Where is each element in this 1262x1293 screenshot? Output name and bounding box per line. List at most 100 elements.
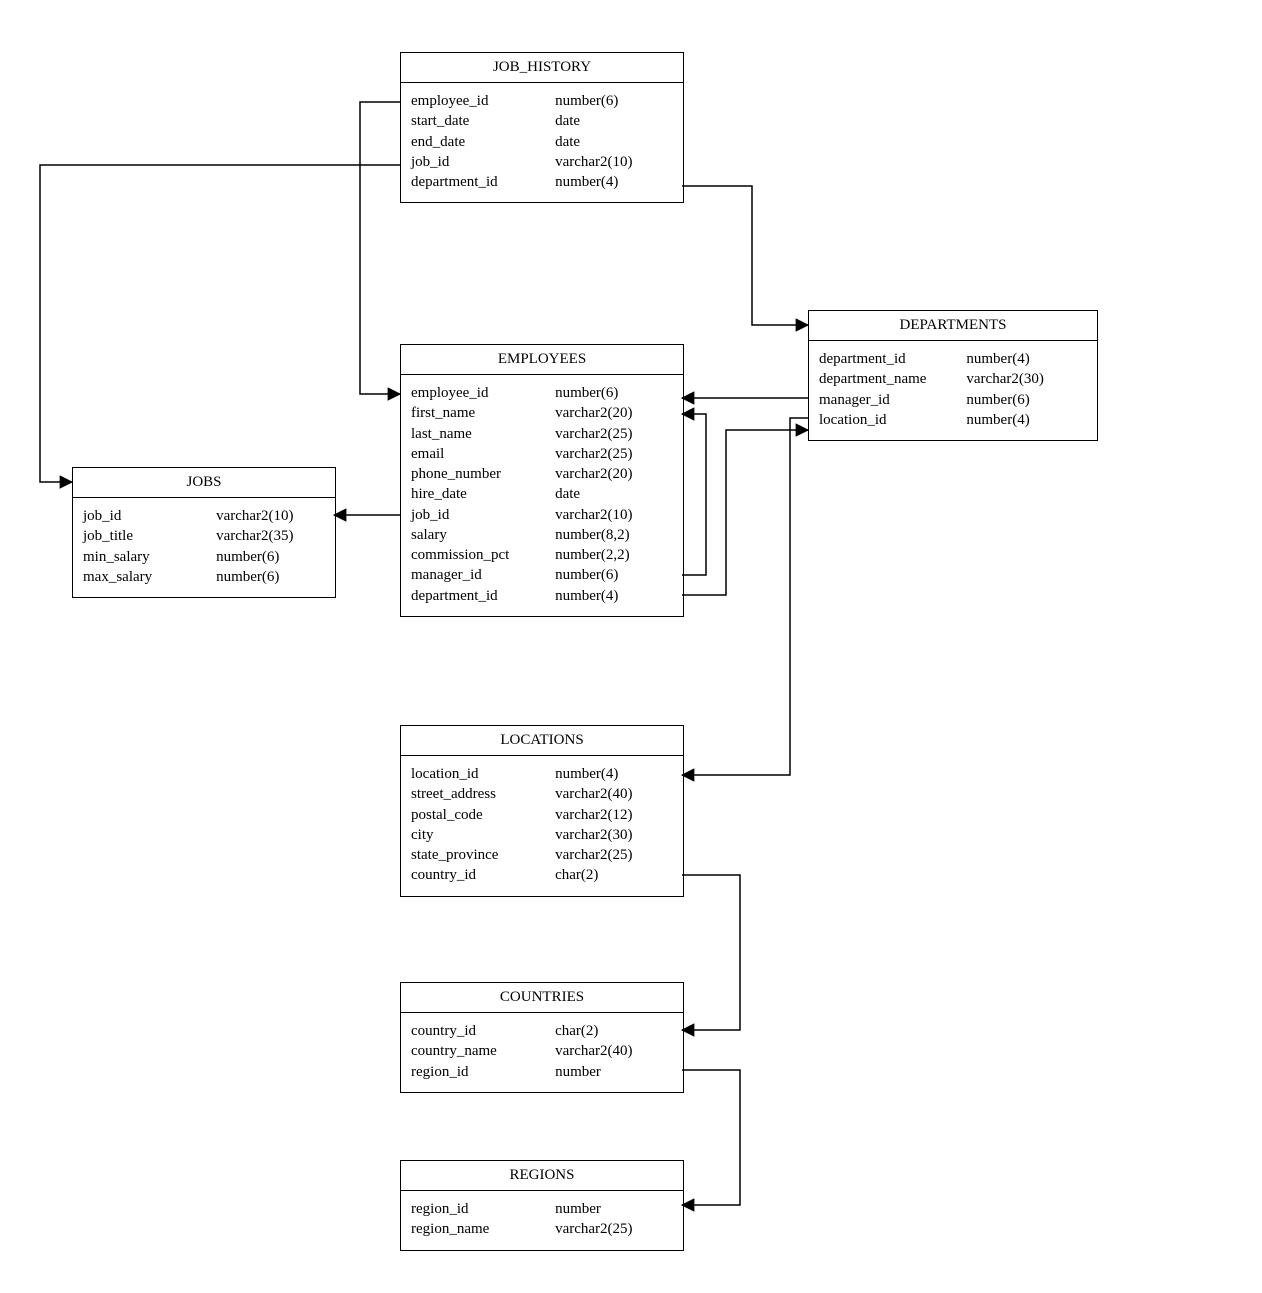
field-row: region_namevarchar2(25) [411,1219,673,1239]
entity-countries: COUNTRIES country_idchar(2) country_name… [400,982,684,1093]
entity-body: country_idchar(2) country_namevarchar2(4… [401,1013,683,1092]
field-row: last_namevarchar2(25) [411,424,673,444]
field-row: region_idnumber [411,1062,673,1082]
rel-locations-countries [682,875,740,1030]
field-name: first_name [411,403,555,423]
field-row: location_idnumber(4) [411,764,673,784]
entity-regions: REGIONS region_idnumber region_namevarch… [400,1160,684,1251]
field-row: employee_idnumber(6) [411,91,673,111]
field-type: varchar2(25) [555,444,673,464]
field-name: region_name [411,1219,555,1239]
entity-job-history: JOB_HISTORY employee_idnumber(6) start_d… [400,52,684,203]
field-type: number(8,2) [555,525,673,545]
field-type: varchar2(25) [555,424,673,444]
entity-body: job_idvarchar2(10) job_titlevarchar2(35)… [73,498,335,597]
field-name: hire_date [411,484,555,504]
field-type: number(4) [966,349,1087,369]
field-name: country_id [411,1021,555,1041]
field-row: manager_idnumber(6) [819,390,1087,410]
field-type: number(6) [555,91,673,111]
field-row: department_idnumber(4) [411,172,673,192]
field-type: varchar2(20) [555,403,673,423]
field-type: date [555,132,673,152]
field-row: manager_idnumber(6) [411,565,673,585]
field-name: end_date [411,132,555,152]
field-type: number(4) [555,586,673,606]
rel-jobhistory-employees [360,102,400,394]
field-type: number(4) [555,172,673,192]
field-name: salary [411,525,555,545]
field-name: manager_id [819,390,966,410]
rel-jobhistory-departments [682,186,808,325]
field-name: location_id [411,764,555,784]
field-name: department_name [819,369,966,389]
field-type: number(6) [216,567,325,587]
field-name: job_title [83,526,216,546]
field-type: number [555,1199,673,1219]
field-type: number [555,1062,673,1082]
field-type: number(4) [966,410,1087,430]
field-type: number(6) [555,383,673,403]
field-name: state_province [411,845,555,865]
field-name: country_id [411,865,555,885]
entity-body: department_idnumber(4) department_nameva… [809,341,1097,440]
entity-body: region_idnumber region_namevarchar2(25) [401,1191,683,1250]
field-row: street_addressvarchar2(40) [411,784,673,804]
field-name: employee_id [411,91,555,111]
field-row: department_idnumber(4) [411,586,673,606]
field-type: char(2) [555,1021,673,1041]
field-type: number(2,2) [555,545,673,565]
entity-title: JOBS [73,468,335,498]
field-row: commission_pctnumber(2,2) [411,545,673,565]
entity-departments: DEPARTMENTS department_idnumber(4) depar… [808,310,1098,441]
entity-body: employee_idnumber(6) start_datedate end_… [401,83,683,202]
field-row: job_titlevarchar2(35) [83,526,325,546]
field-row: hire_datedate [411,484,673,504]
entity-jobs: JOBS job_idvarchar2(10) job_titlevarchar… [72,467,336,598]
field-name: region_id [411,1199,555,1219]
rel-departments-locations [682,418,808,775]
field-row: department_namevarchar2(30) [819,369,1087,389]
field-row: location_idnumber(4) [819,410,1087,430]
field-type: number(4) [555,764,673,784]
field-name: region_id [411,1062,555,1082]
field-name: department_id [819,349,966,369]
entity-title: JOB_HISTORY [401,53,683,83]
field-name: job_id [411,152,555,172]
field-type: number(6) [216,547,325,567]
field-row: country_idchar(2) [411,1021,673,1041]
field-type: varchar2(35) [216,526,325,546]
field-name: last_name [411,424,555,444]
field-type: varchar2(10) [216,506,325,526]
rel-employees-departments [682,430,808,595]
field-name: commission_pct [411,545,555,565]
field-name: manager_id [411,565,555,585]
field-name: country_name [411,1041,555,1061]
field-type: varchar2(25) [555,1219,673,1239]
field-name: street_address [411,784,555,804]
field-type: varchar2(12) [555,805,673,825]
field-row: employee_idnumber(6) [411,383,673,403]
field-row: job_idvarchar2(10) [411,152,673,172]
entity-body: employee_idnumber(6) first_namevarchar2(… [401,375,683,616]
field-row: start_datedate [411,111,673,131]
entity-title: DEPARTMENTS [809,311,1097,341]
er-diagram-canvas: JOB_HISTORY employee_idnumber(6) start_d… [0,0,1262,1293]
field-row: department_idnumber(4) [819,349,1087,369]
field-type: varchar2(40) [555,784,673,804]
field-name: location_id [819,410,966,430]
field-type: number(6) [966,390,1087,410]
field-type: varchar2(10) [555,152,673,172]
field-name: max_salary [83,567,216,587]
field-row: max_salarynumber(6) [83,567,325,587]
field-name: job_id [411,505,555,525]
field-name: email [411,444,555,464]
field-row: min_salarynumber(6) [83,547,325,567]
field-row: phone_numbervarchar2(20) [411,464,673,484]
entity-body: location_idnumber(4) street_addressvarch… [401,756,683,896]
field-name: min_salary [83,547,216,567]
field-name: start_date [411,111,555,131]
field-type: varchar2(10) [555,505,673,525]
field-type: date [555,111,673,131]
field-row: cityvarchar2(30) [411,825,673,845]
